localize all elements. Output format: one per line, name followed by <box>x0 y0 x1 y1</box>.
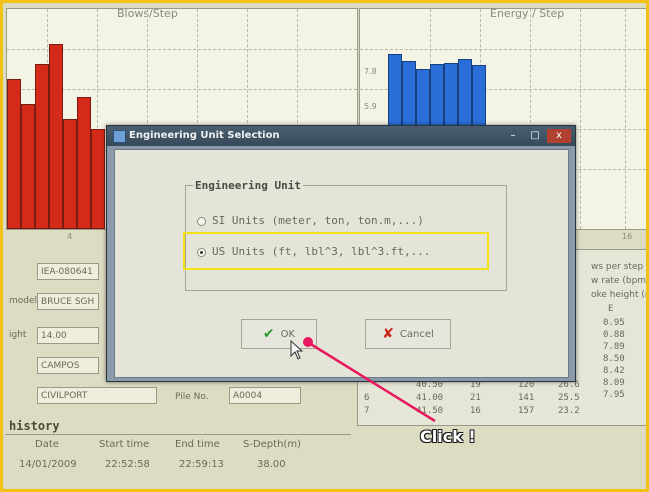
annotation-arrow <box>303 337 436 423</box>
click-callout: Click ! <box>420 427 476 446</box>
photo-frame: Blows/Step 4 Energy / Step 7.8 5.9 16 IE… <box>0 0 649 492</box>
